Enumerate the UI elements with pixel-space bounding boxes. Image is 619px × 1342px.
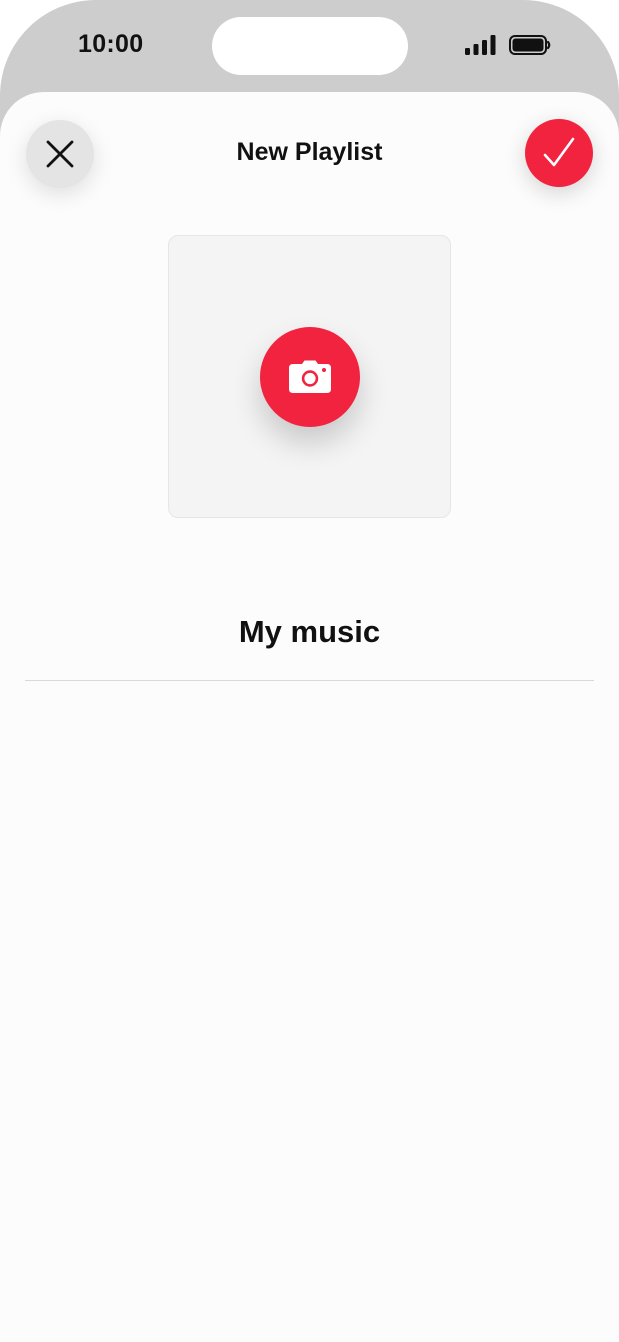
battery-icon (509, 35, 551, 55)
status-bar: 10:00 (0, 0, 619, 92)
done-button[interactable] (525, 119, 593, 187)
playlist-artwork-placeholder[interactable] (168, 235, 451, 518)
camera-icon (289, 360, 331, 393)
new-playlist-sheet: New Playlist (0, 92, 619, 1342)
add-photo-button[interactable] (260, 327, 360, 427)
name-divider (25, 680, 594, 681)
status-time: 10:00 (78, 30, 144, 58)
playlist-name-input[interactable] (25, 614, 594, 650)
checkmark-icon (543, 137, 575, 167)
device-frame: 10:00 New Playlist (0, 0, 619, 1342)
dynamic-island (212, 17, 408, 75)
cellular-signal-icon (465, 35, 496, 55)
status-indicators (465, 35, 551, 55)
